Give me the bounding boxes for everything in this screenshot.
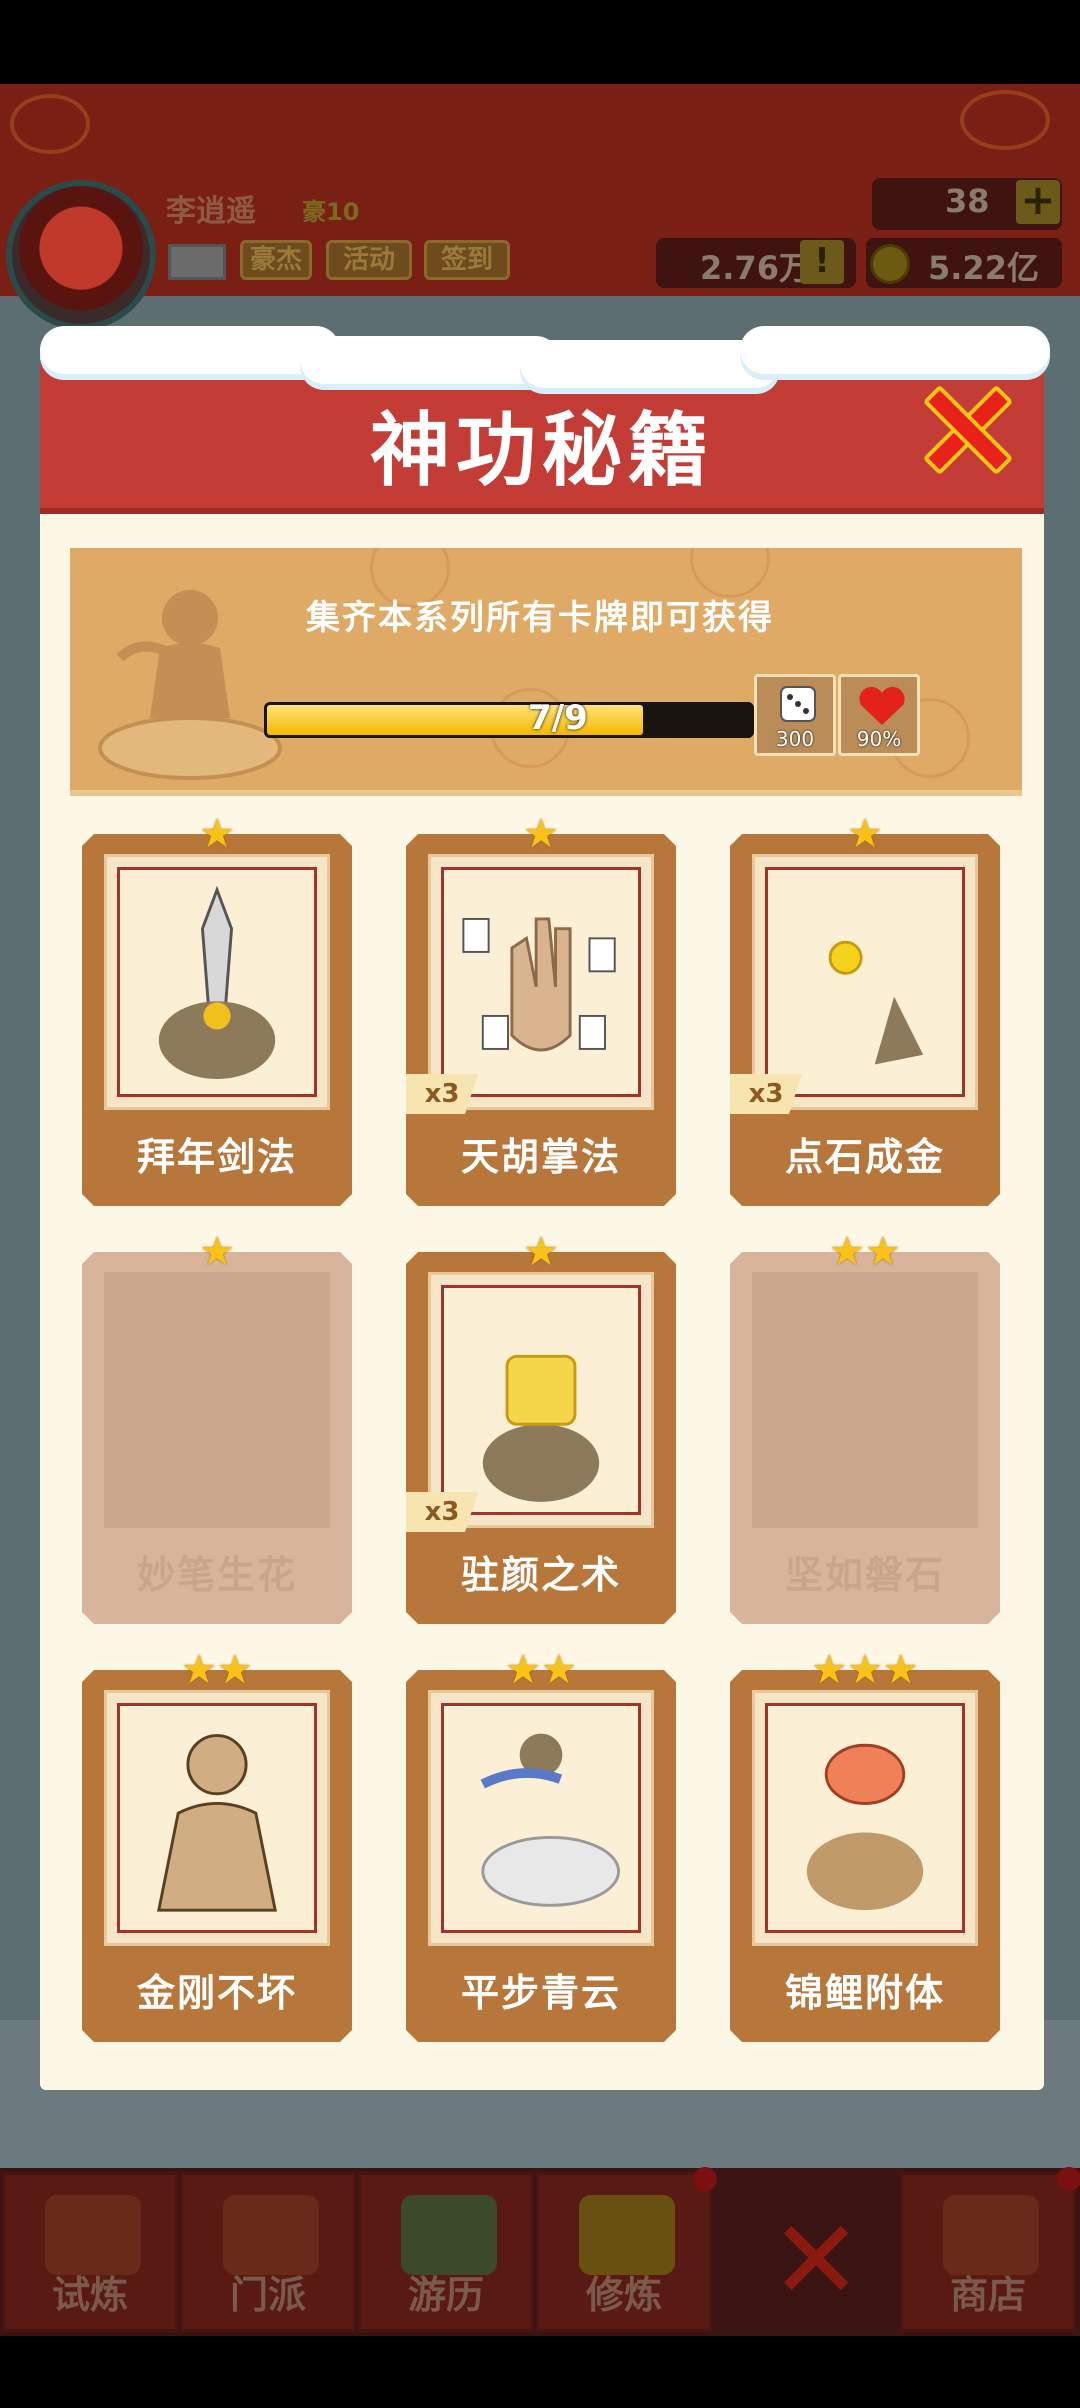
nav-label: 商店 xyxy=(949,2273,1026,2317)
palm-icon xyxy=(441,867,641,1097)
nav-label: 游历 xyxy=(407,2273,484,2317)
system-nav-area xyxy=(0,2336,1080,2408)
collection-hint: 集齐本系列所有卡牌即可获得 xyxy=(306,598,774,638)
card-name: 妙笔生花 xyxy=(136,1553,297,1597)
nav-cultivate[interactable]: 修炼 xyxy=(536,2167,717,2332)
collection-card[interactable]: ★★ 金刚不坏 xyxy=(82,1650,352,2042)
coin-count: 5.22亿 xyxy=(928,249,1039,287)
snow-decoration xyxy=(40,326,340,374)
checkin-button[interactable]: 签到 xyxy=(424,240,510,280)
card-art xyxy=(752,1690,978,1946)
nav-label: 修炼 xyxy=(585,2273,662,2317)
star-rating-icon: ★ xyxy=(523,811,559,857)
mountain-icon xyxy=(401,2195,497,2275)
reward-dice[interactable]: 300 xyxy=(754,674,836,756)
nav-trial[interactable]: 试炼 xyxy=(2,2172,178,2332)
notification-dot xyxy=(1057,2167,1080,2191)
collection-card[interactable]: ★ x3 驻颜之术 xyxy=(406,1232,676,1624)
star-rating-icon: ★ xyxy=(523,1229,559,1275)
book-icon xyxy=(579,2195,675,2275)
collection-card[interactable]: ★★★ 锦鲤附体 xyxy=(730,1650,1000,2042)
card-name: 驻颜之术 xyxy=(460,1553,621,1597)
resource-count: 2.76万 xyxy=(700,249,811,287)
nav-travel[interactable]: 游历 xyxy=(358,2172,534,2332)
collection-card[interactable]: ★ x3 点石成金 xyxy=(730,814,1000,1206)
notification-dot xyxy=(693,2167,717,2191)
muscle-man-icon xyxy=(117,1703,317,1933)
card-art xyxy=(428,1690,654,1946)
firecracker-icon xyxy=(45,2195,141,2275)
close-icon[interactable] xyxy=(918,382,1014,478)
star-rating-icon: ★ xyxy=(847,811,883,857)
card-name: 金刚不坏 xyxy=(136,1971,297,2015)
collection-banner xyxy=(70,548,1022,796)
coin-icon xyxy=(870,244,910,284)
shop-icon xyxy=(943,2195,1039,2275)
star-rating-icon: ★★ xyxy=(505,1647,577,1693)
card-art xyxy=(752,1272,978,1528)
card-art xyxy=(104,1690,330,1946)
sword-icon xyxy=(117,867,317,1097)
nav-close-icon[interactable]: ✕ xyxy=(770,2205,862,2315)
card-name: 平步青云 xyxy=(460,1971,621,2015)
vip-badge: 豪10 xyxy=(302,198,360,226)
card-art xyxy=(428,854,654,1110)
cloud-rider-icon xyxy=(441,1703,641,1933)
activity-button[interactable]: 活动 xyxy=(326,240,412,280)
star-rating-icon: ★★ xyxy=(181,1647,253,1693)
card-name: 点石成金 xyxy=(784,1135,945,1179)
nav-shop[interactable]: 商店 xyxy=(900,2167,1080,2332)
card-art xyxy=(104,1272,330,1528)
card-art xyxy=(752,854,978,1110)
player-avatar[interactable] xyxy=(6,180,156,330)
collection-card[interactable]: ★★ 坚如磐石 xyxy=(730,1232,1000,1624)
gate-icon xyxy=(223,2195,319,2275)
star-rating-icon: ★★ xyxy=(829,1229,901,1275)
snow-decoration xyxy=(740,326,1050,374)
card-name: 锦鲤附体 xyxy=(784,1971,945,2015)
gem-count: 38 xyxy=(945,182,990,220)
card-name: 拜年剑法 xyxy=(136,1135,297,1179)
collection-card[interactable]: ★ 拜年剑法 xyxy=(82,814,352,1206)
alert-button[interactable]: ! xyxy=(800,240,844,284)
nav-sect[interactable]: 门派 xyxy=(180,2172,356,2332)
card-art xyxy=(104,854,330,1110)
card-name: 坚如磐石 xyxy=(784,1553,945,1597)
face-mask-icon xyxy=(441,1285,641,1515)
collection-card[interactable]: ★★ 平步青云 xyxy=(406,1650,676,2042)
reward-amount: 90% xyxy=(856,727,902,751)
reward-heart[interactable]: 90% xyxy=(838,674,920,756)
collection-card[interactable]: ★ x3 天胡掌法 xyxy=(406,814,676,1206)
card-art xyxy=(428,1272,654,1528)
add-gems-button[interactable]: + xyxy=(1016,179,1060,224)
gold-finger-icon xyxy=(765,867,965,1097)
card-name: 天胡掌法 xyxy=(460,1135,621,1179)
mail-icon[interactable] xyxy=(168,244,226,280)
heroes-button[interactable]: 豪杰 xyxy=(240,240,312,280)
nav-label: 门派 xyxy=(229,2273,306,2317)
dialog-title: 神功秘籍 xyxy=(370,404,714,497)
reward-amount: 300 xyxy=(775,727,815,751)
star-rating-icon: ★ xyxy=(199,811,235,857)
player-name: 李逍遥 xyxy=(166,194,256,229)
collection-card[interactable]: ★ 妙笔生花 xyxy=(82,1232,352,1624)
nav-label: 试炼 xyxy=(51,2273,128,2317)
star-rating-icon: ★ xyxy=(199,1229,235,1275)
koi-icon xyxy=(765,1703,965,1933)
star-rating-icon: ★★★ xyxy=(811,1647,919,1693)
